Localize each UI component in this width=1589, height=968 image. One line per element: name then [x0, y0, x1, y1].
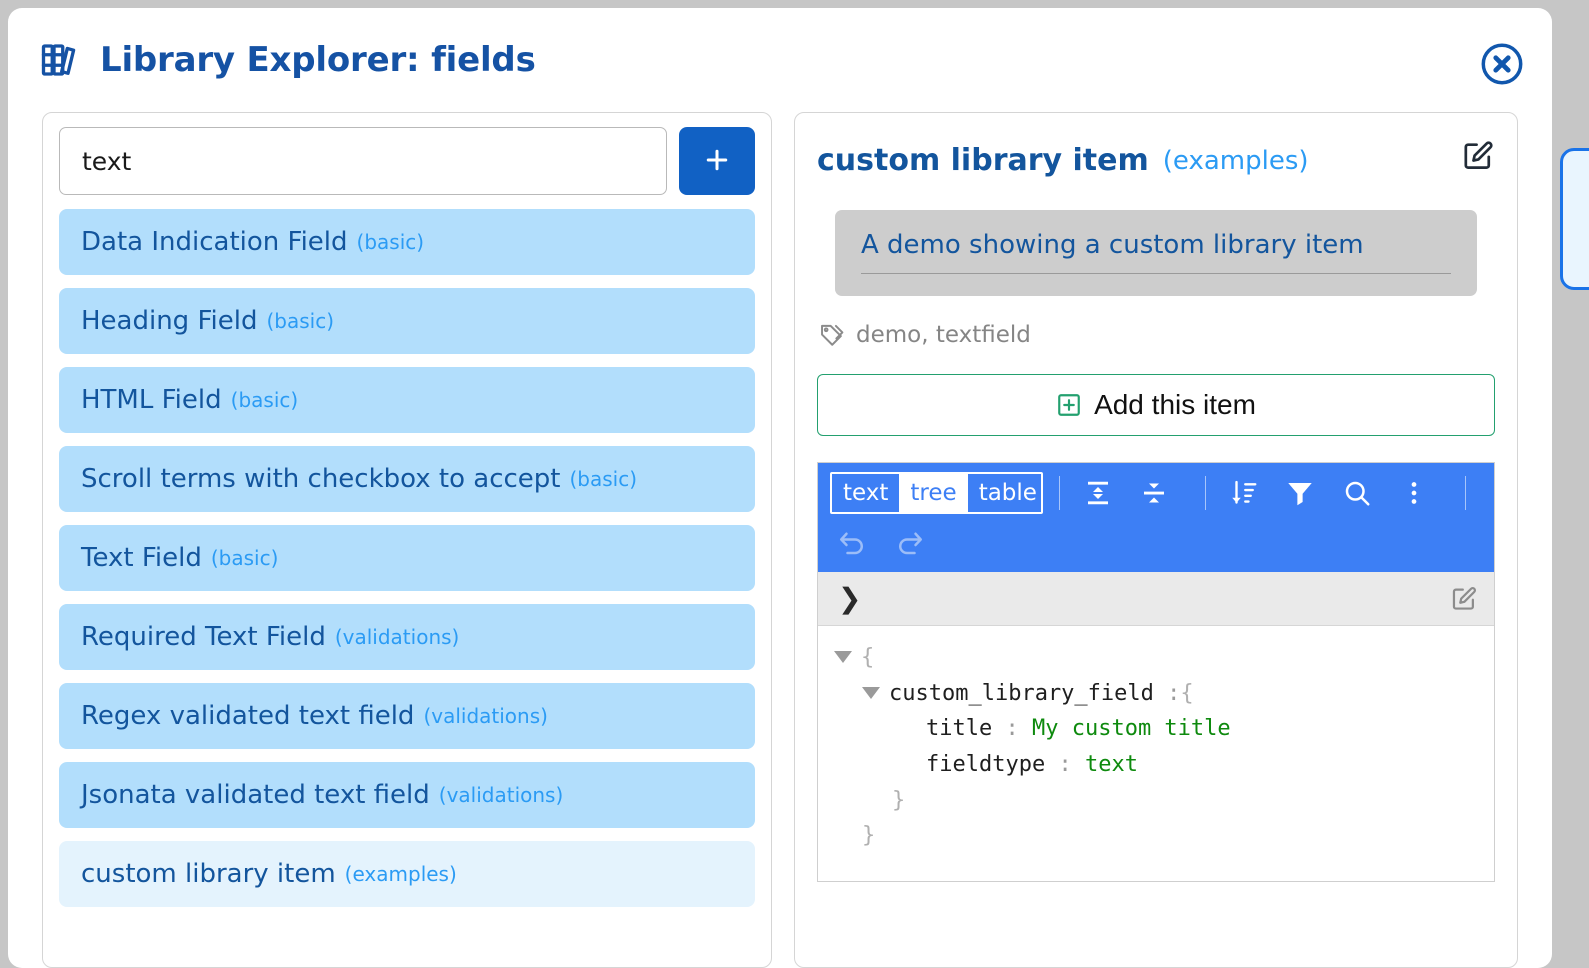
- detail-header: custom library item (examples): [817, 129, 1495, 178]
- list-item-label: custom library item: [81, 859, 336, 889]
- list-item-category: (basic): [266, 309, 334, 333]
- json-value[interactable]: text: [1085, 747, 1138, 783]
- json-key[interactable]: title: [926, 711, 992, 747]
- list-item[interactable]: Regex validated text field (validations): [59, 683, 755, 749]
- list-item[interactable]: Jsonata validated text field (validation…: [59, 762, 755, 828]
- filter-icon[interactable]: [1279, 472, 1322, 514]
- json-editor-toolbar-row-1: text tree table: [830, 472, 1482, 514]
- edit-square-icon[interactable]: [1461, 139, 1495, 173]
- list-item-label: Data Indication Field: [81, 227, 348, 257]
- list-item-category: (basic): [230, 388, 299, 412]
- list-item-category: (basic): [210, 546, 279, 570]
- tags-row: demo, textfield: [819, 322, 1495, 348]
- undo-icon[interactable]: [830, 522, 874, 564]
- detail-title: custom library item: [817, 143, 1149, 178]
- list-item[interactable]: HTML Field (basic): [59, 367, 755, 433]
- json-colon: :: [1058, 751, 1072, 777]
- list-item-label: Heading Field: [81, 306, 258, 336]
- list-item-label: HTML Field: [81, 385, 222, 415]
- description-box: A demo showing a custom library item: [835, 210, 1477, 296]
- add-this-item-label: Add this item: [1094, 389, 1256, 420]
- json-editor-toolbar-row-2: [830, 522, 1482, 564]
- json-close-brace: }: [892, 787, 906, 813]
- list-item-label: Regex validated text field: [81, 701, 415, 731]
- list-item-category: (examples): [344, 862, 457, 886]
- toolbar-divider: [1059, 476, 1061, 510]
- expand-all-icon[interactable]: [1076, 472, 1119, 514]
- search-results-list: Data Indication Field (basic) Heading Fi…: [59, 209, 755, 907]
- list-item-label: Text Field: [81, 543, 202, 573]
- background-partial-panel: [1560, 148, 1589, 290]
- list-item-category: (basic): [569, 467, 638, 491]
- list-item[interactable]: Text Field (basic): [59, 525, 755, 591]
- json-editor: text tree table ❯ {custom_library_field…: [817, 462, 1495, 882]
- list-item[interactable]: Heading Field (basic): [59, 288, 755, 354]
- chevron-right-icon[interactable]: ❯: [838, 582, 861, 615]
- page-title: Library Explorer: fields: [100, 40, 536, 80]
- list-item-label: Required Text Field: [81, 622, 326, 652]
- json-line-close-inner: }: [834, 783, 1494, 819]
- library-explorer-modal: Library Explorer: fields text Data Indic…: [8, 8, 1552, 968]
- list-item-label: Jsonata validated text field: [81, 780, 430, 810]
- redo-icon[interactable]: [888, 522, 932, 564]
- json-line-close-outer: }: [834, 818, 1494, 854]
- detail-category: (examples): [1162, 145, 1309, 176]
- json-tree-content[interactable]: { custom_library_field : { title : My cu…: [818, 626, 1494, 881]
- json-key[interactable]: custom_library_field: [889, 676, 1154, 712]
- more-vertical-icon[interactable]: [1392, 472, 1435, 514]
- modal-header: Library Explorer: fields: [8, 8, 1552, 112]
- list-item-category: (validations): [423, 704, 548, 728]
- add-new-button[interactable]: [679, 127, 755, 195]
- search-results-panel: Data Indication Field (basic) Heading Fi…: [42, 112, 772, 968]
- json-mode-group: text tree table: [830, 472, 1044, 514]
- toolbar-divider: [1205, 476, 1207, 510]
- json-colon: :: [1005, 716, 1019, 742]
- json-line-root-key: custom_library_field : {: [834, 676, 1494, 712]
- json-value[interactable]: My custom title: [1032, 711, 1231, 747]
- plus-icon: [702, 145, 732, 178]
- list-item-category: (basic): [356, 230, 425, 254]
- list-item-category: (validations): [334, 625, 460, 649]
- search-row: [59, 127, 755, 195]
- json-mode-text[interactable]: text: [832, 474, 900, 512]
- list-item[interactable]: Scroll terms with checkbox to accept (ba…: [59, 446, 755, 512]
- json-key[interactable]: fieldtype: [926, 747, 1045, 783]
- close-icon[interactable]: [1480, 42, 1524, 86]
- list-item[interactable]: Data Indication Field (basic): [59, 209, 755, 275]
- tags-text: demo, textfield: [856, 322, 1031, 348]
- description-text: A demo showing a custom library item: [861, 230, 1451, 274]
- json-line-entry: fieldtype : text: [834, 747, 1494, 783]
- list-item-category: (validations): [438, 783, 564, 807]
- json-colon: :: [1167, 680, 1181, 706]
- collapse-all-icon[interactable]: [1133, 472, 1176, 514]
- json-open-brace: {: [1180, 680, 1194, 706]
- caret-down-icon[interactable]: [862, 686, 880, 699]
- json-line-entry: title : My custom title: [834, 711, 1494, 747]
- list-item[interactable]: Required Text Field (validations): [59, 604, 755, 670]
- books-icon: [40, 39, 82, 81]
- json-open-brace: {: [861, 645, 875, 670]
- caret-down-icon[interactable]: [834, 651, 852, 663]
- sort-icon[interactable]: [1222, 472, 1265, 514]
- json-path-bar[interactable]: ❯: [818, 572, 1494, 626]
- list-item-selected[interactable]: custom library item (examples): [59, 841, 755, 907]
- search-input[interactable]: [59, 127, 667, 195]
- toolbar-divider: [1464, 476, 1466, 510]
- json-editor-toolbar: text tree table: [818, 463, 1494, 572]
- item-detail-panel: custom library item (examples) A demo sh…: [794, 112, 1518, 968]
- json-line-root-open: {: [834, 640, 1494, 676]
- json-mode-tree[interactable]: tree: [899, 474, 968, 512]
- edit-square-icon[interactable]: [1450, 585, 1478, 613]
- search-icon[interactable]: [1336, 472, 1379, 514]
- plus-square-icon: [1056, 392, 1082, 418]
- tag-icon: [819, 322, 845, 348]
- json-close-brace: }: [862, 823, 876, 849]
- json-mode-table[interactable]: table: [967, 474, 1042, 512]
- list-item-label: Scroll terms with checkbox to accept: [81, 464, 561, 494]
- panels-container: Data Indication Field (basic) Heading Fi…: [8, 112, 1552, 968]
- add-this-item-button[interactable]: Add this item: [817, 374, 1495, 436]
